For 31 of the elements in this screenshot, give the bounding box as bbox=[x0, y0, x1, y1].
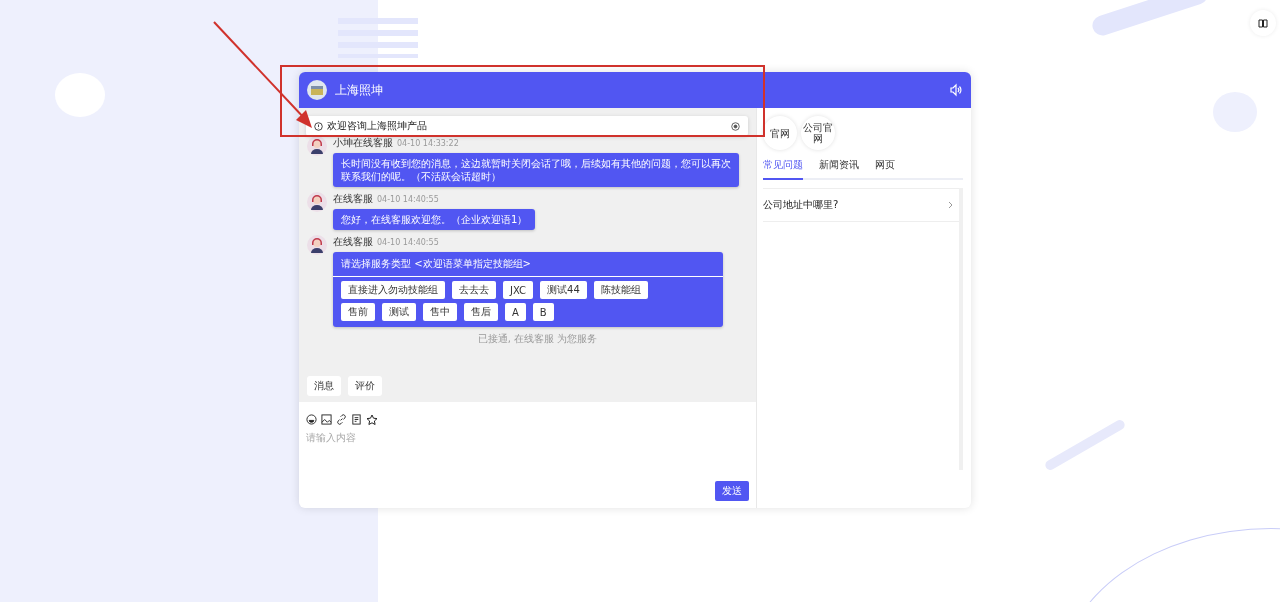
sender-name: 小坤在线客服 bbox=[333, 136, 393, 150]
site-link[interactable]: 官网 bbox=[763, 116, 797, 150]
menu-title: 请选择服务类型 <欢迎语菜单指定技能组> bbox=[333, 252, 723, 277]
sender-name: 在线客服 bbox=[333, 235, 373, 249]
option-button[interactable]: JXC bbox=[503, 281, 534, 299]
option-button[interactable]: 直接进入勿动技能组 bbox=[341, 281, 445, 299]
option-button[interactable]: A bbox=[505, 303, 526, 321]
message-time: 04-10 14:40:55 bbox=[377, 195, 439, 204]
message-bubble: 您好，在线客服欢迎您。（企业欢迎语1） bbox=[333, 209, 536, 230]
message-bubble: 长时间没有收到您的消息，这边就暂时关闭会话了哦，后续如有其他的问题，您可以再次联系我们的呢。（不活跃会话超时） bbox=[333, 153, 739, 187]
quick-button[interactable]: 评价 bbox=[348, 376, 382, 396]
system-note: 已接通, 在线客服 为您服务 bbox=[476, 332, 599, 346]
option-button[interactable]: 售后 bbox=[464, 303, 498, 321]
option-button[interactable]: 售前 bbox=[341, 303, 375, 321]
option-button[interactable]: 陈技能组 bbox=[593, 281, 648, 299]
tab[interactable]: 新闻资讯 bbox=[819, 158, 859, 180]
quick-button[interactable]: 消息 bbox=[307, 376, 341, 396]
site-link[interactable]: 公司官网 bbox=[801, 116, 835, 150]
option-button[interactable]: 测试44 bbox=[540, 281, 587, 299]
tab[interactable]: 常见问题 bbox=[763, 158, 803, 180]
option-button[interactable]: 去去去 bbox=[452, 281, 496, 299]
notice-text: 欢迎咨询上海照坤产品 bbox=[327, 119, 428, 133]
window-title: 上海照坤 bbox=[335, 81, 384, 99]
send-button[interactable]: 发送 bbox=[715, 481, 749, 501]
option-button[interactable]: 测试 bbox=[382, 303, 416, 321]
option-button[interactable]: B bbox=[532, 303, 554, 321]
sender-name: 在线客服 bbox=[333, 192, 373, 206]
tab[interactable]: 网页 bbox=[875, 158, 895, 180]
message-time: 04-10 14:40:55 bbox=[377, 238, 439, 247]
message-time: 04-10 14:33:22 bbox=[397, 139, 459, 148]
option-button[interactable]: 售中 bbox=[423, 303, 457, 321]
